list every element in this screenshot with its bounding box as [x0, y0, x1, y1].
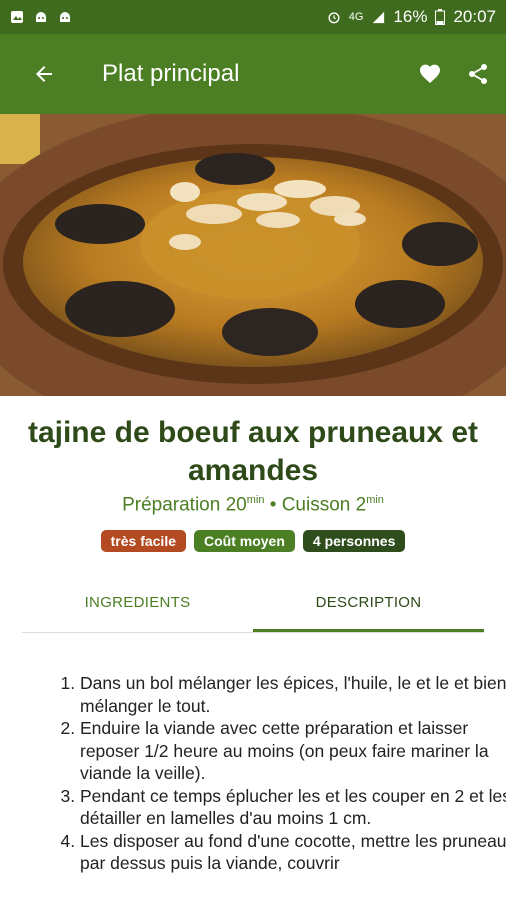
notification-image-icon [11, 11, 23, 23]
prep-time-unit: min [246, 494, 265, 506]
servings-badge: 4 personnes [302, 530, 406, 552]
battery-percent: 16% [393, 7, 428, 26]
list-item: Dans un bol mélanger les épices, l'huile… [80, 672, 506, 717]
difficulty-badge: très facile [100, 530, 186, 552]
recipe-badges: très facile Coût moyen 4 personnes [0, 530, 506, 552]
tab-ingredients[interactable]: INGREDIENTS [22, 578, 253, 632]
instruction-list: Dans un bol mélanger les épices, l'huile… [48, 672, 506, 875]
app-bar: Plat principal [0, 34, 506, 114]
cost-badge: Coût moyen [194, 530, 295, 552]
list-item: Les disposer au fond d'une cocotte, mett… [80, 830, 506, 875]
recipe-tabs: INGREDIENTS DESCRIPTION [22, 578, 484, 633]
status-bar: 4G 16% 20:07 [0, 0, 506, 34]
prep-time: Préparation 20 [122, 494, 247, 516]
share-icon [469, 64, 487, 84]
notification-android-icon [36, 12, 46, 22]
tab-description[interactable]: DESCRIPTION [253, 578, 484, 632]
recipe-title: tajine de boeuf aux pruneaux et amandes [27, 416, 479, 487]
times-separator: • [269, 494, 277, 516]
back-button[interactable] [24, 54, 64, 94]
notification-android-icon-2 [60, 12, 70, 22]
cook-time: Cuisson 2 [281, 494, 367, 516]
page-title: Plat principal [102, 60, 240, 87]
alarm-icon [328, 12, 340, 24]
heart-icon [420, 64, 440, 83]
list-item: Pendant ce temps éplucher les et les cou… [80, 785, 506, 830]
clock: 20:07 [453, 7, 496, 26]
list-item: Enduire la viande avec cette préparation… [80, 717, 506, 785]
share-button[interactable] [464, 60, 492, 88]
recipe-times: Préparation 20min • Cuisson 2min [0, 494, 506, 516]
battery-icon [435, 9, 446, 25]
signal-icon [373, 11, 385, 24]
cook-time-unit: min [366, 494, 384, 506]
network-type: 4G [348, 11, 364, 23]
recipe-photo [0, 114, 506, 396]
favorite-button[interactable] [416, 60, 444, 88]
arrow-left-icon [36, 66, 52, 82]
